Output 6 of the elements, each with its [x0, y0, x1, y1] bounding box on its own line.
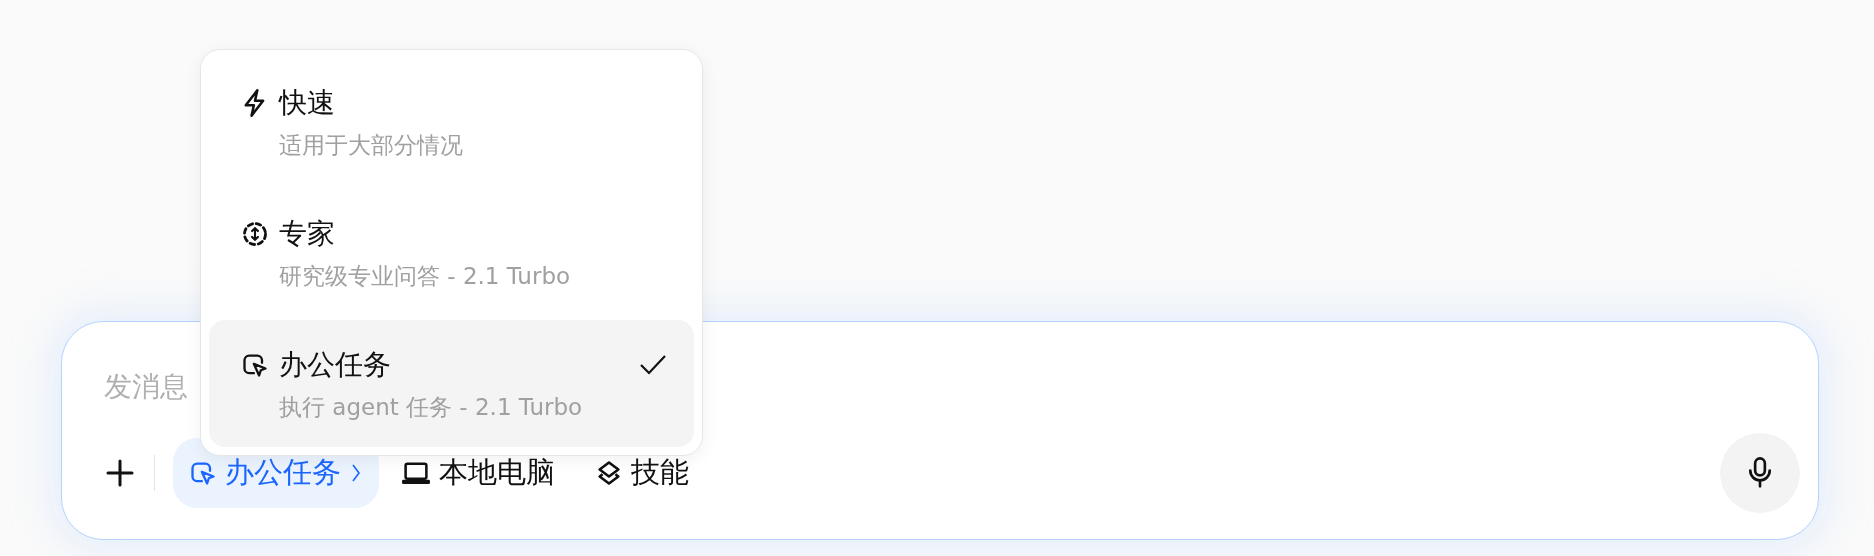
option-description: 执行 agent 任务 - 2.1 Turbo — [278, 393, 584, 422]
option-description: 研究级专业问答 - 2.1 Turbo — [278, 262, 572, 291]
option-title: 专家 — [279, 216, 335, 252]
option-title: 办公任务 — [279, 347, 391, 383]
option-title: 快速 — [279, 85, 335, 121]
option-description: 适用于大部分情况 — [278, 131, 464, 160]
